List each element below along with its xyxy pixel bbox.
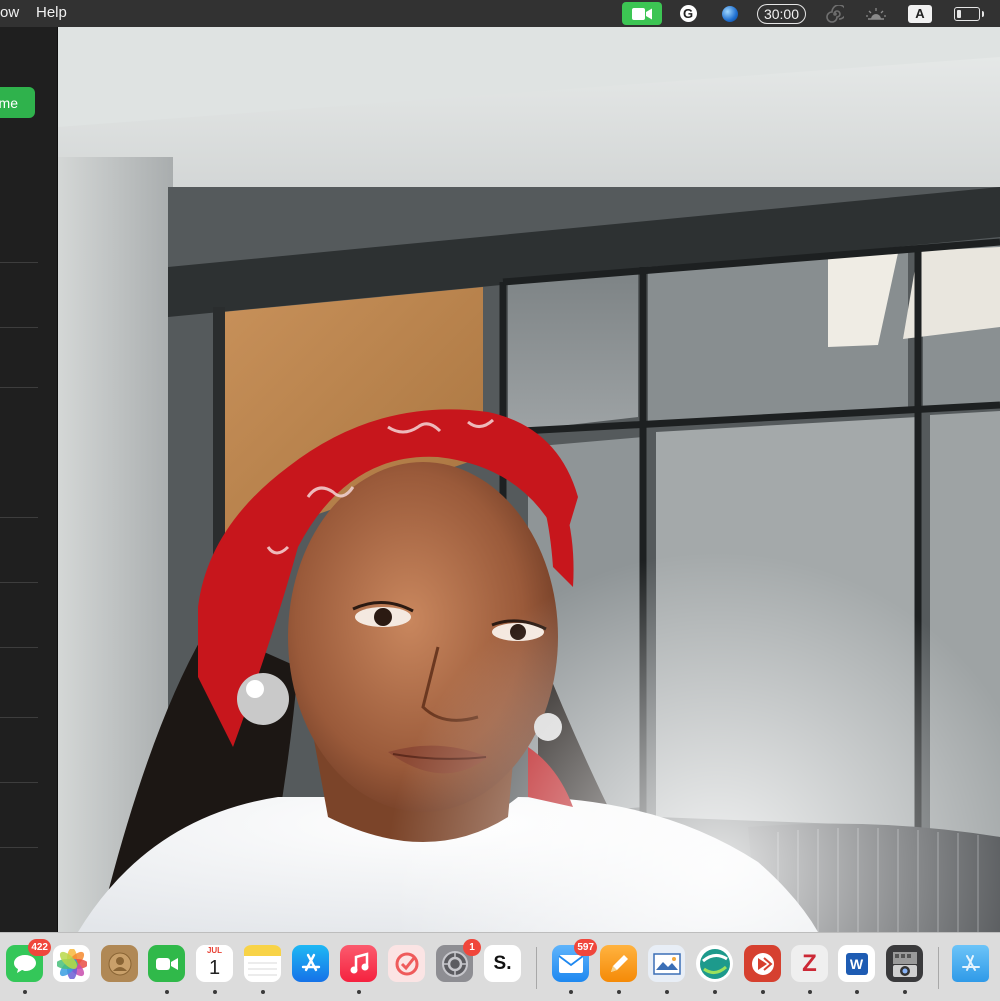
- input-source-icon[interactable]: A: [907, 2, 933, 25]
- brightness-status-icon[interactable]: [864, 2, 888, 25]
- sidebar-divider: [0, 517, 38, 518]
- contacts-icon[interactable]: [101, 945, 138, 982]
- image-capture-icon[interactable]: [886, 945, 923, 982]
- sidebar-divider: [0, 717, 38, 718]
- menu-window-partial[interactable]: ow: [0, 4, 19, 21]
- calendar-month: JUL: [196, 945, 233, 956]
- calendar-day: 1: [208, 956, 221, 979]
- input-source-letter: A: [908, 4, 932, 23]
- join-button[interactable]: me: [0, 87, 35, 118]
- remote-desktop-icon[interactable]: [744, 945, 781, 982]
- zotero-icon[interactable]: Z: [791, 945, 828, 982]
- sidebar-divider: [0, 262, 38, 263]
- sidebar-divider: [0, 327, 38, 328]
- system-preferences-icon[interactable]: 1: [436, 939, 481, 982]
- sidebar-divider: [0, 582, 38, 583]
- mail-badge: 597: [574, 939, 597, 956]
- sidebar-divider: [0, 782, 38, 783]
- preview-icon[interactable]: [648, 945, 685, 982]
- app-store-icon[interactable]: [292, 945, 329, 982]
- calendar-icon[interactable]: JUL 1: [196, 945, 233, 982]
- applications-folder-icon[interactable]: [952, 945, 989, 982]
- sidebar-divider: [0, 847, 38, 848]
- facetime-icon[interactable]: [148, 945, 185, 982]
- network-app-icon[interactable]: [696, 945, 733, 982]
- timer-status[interactable]: 30:00: [757, 4, 806, 24]
- globe-status-icon[interactable]: [720, 2, 740, 25]
- notes-icon[interactable]: [244, 945, 281, 982]
- battery-icon[interactable]: [952, 2, 984, 25]
- messages-icon[interactable]: 422: [6, 939, 51, 982]
- sidebar-divider: [0, 647, 38, 648]
- system-preferences-badge: 1: [463, 939, 481, 956]
- menu-help[interactable]: Help: [36, 4, 67, 21]
- camera-preview: [58, 27, 1000, 932]
- music-icon[interactable]: [340, 945, 377, 982]
- check-app-icon[interactable]: [388, 945, 425, 982]
- facetime-status-icon[interactable]: [622, 2, 662, 25]
- dock: 422 JUL 1 1 S. 597 Z W: [0, 932, 1000, 1001]
- word-letter: W: [845, 952, 868, 975]
- mail-icon[interactable]: 597: [552, 939, 597, 982]
- grammarly-status-icon[interactable]: G: [677, 2, 699, 25]
- photos-icon[interactable]: [53, 945, 90, 982]
- word-icon[interactable]: W: [838, 945, 875, 982]
- sidebar: me: [0, 27, 58, 932]
- scrivener-icon[interactable]: S.: [484, 945, 521, 982]
- menu-bar: ow Help G 30:00 A: [0, 0, 1000, 27]
- sidebar-divider: [0, 387, 38, 388]
- spiral-status-icon[interactable]: [824, 2, 846, 25]
- grammarly-letter: G: [679, 5, 697, 22]
- pages-icon[interactable]: [600, 945, 637, 982]
- messages-badge: 422: [28, 939, 51, 956]
